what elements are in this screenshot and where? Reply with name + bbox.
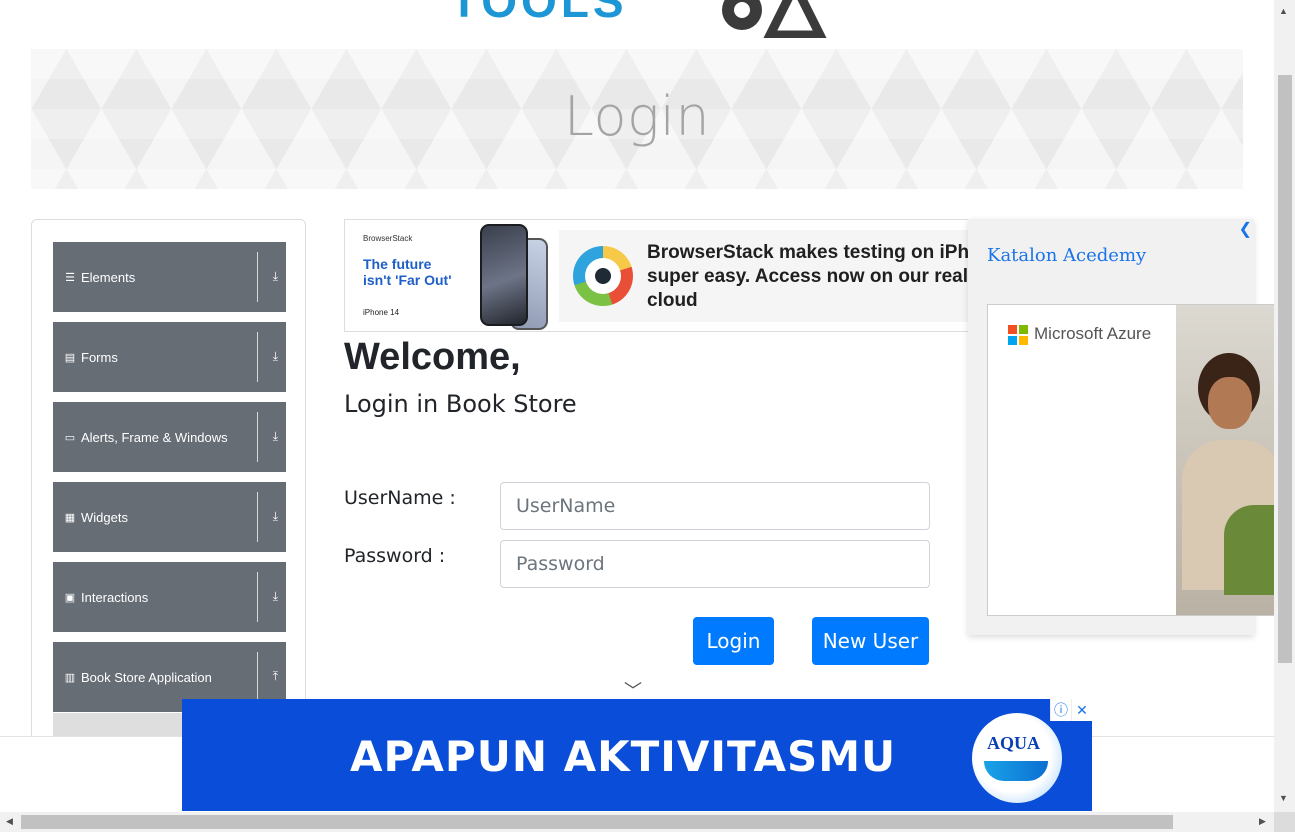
browserstack-logo-icon (573, 246, 633, 306)
welcome-heading: Welcome, (344, 336, 521, 378)
menu-group-alerts[interactable]: ▭ Alerts, Frame & Windows ⤓ (53, 402, 286, 472)
browserstack-ad[interactable]: BrowserStack The future isn't 'Far Out' … (344, 219, 969, 332)
menu-label: Alerts, Frame & Windows (81, 429, 228, 445)
ad-message: BrowserStack makes testing on iPho super… (647, 241, 969, 313)
aqua-logo-icon: AQUA (972, 713, 1062, 803)
password-input[interactable] (500, 540, 930, 588)
site-logo[interactable]: TOOLS (450, 0, 850, 38)
expand-down-icon[interactable]: ⤓ (273, 269, 278, 284)
expand-down-icon[interactable]: ⤓ (273, 589, 278, 604)
vertical-scrollbar[interactable]: ▲ ▼ (1274, 0, 1295, 812)
ad-close-icon[interactable]: ✕ (1071, 699, 1092, 721)
form-icon: ▤ (64, 351, 76, 364)
microsoft-logo-icon (1008, 325, 1028, 345)
vertical-scroll-thumb[interactable] (1278, 75, 1292, 663)
aqua-ad[interactable]: APAPUN AKTIVITASMU AQUA ⓘ ✕ (182, 699, 1092, 811)
interactions-icon: ▣ (64, 591, 76, 604)
widgets-icon: ▦ (64, 511, 76, 524)
ad-card: BrowserStack makes testing on iPho super… (559, 230, 969, 322)
ad-photo (1176, 305, 1276, 615)
ad-message-line: super easy. Access now on our real (647, 266, 969, 287)
menu-group-interactions[interactable]: ▣ Interactions ⤓ (53, 562, 286, 632)
katalon-ad-link[interactable]: Katalon Acedemy (987, 245, 1146, 266)
menu-group-forms[interactable]: ▤ Forms ⤓ (53, 322, 286, 392)
ad-controls: ⓘ ✕ (1050, 699, 1092, 721)
horizontal-scroll-thumb[interactable] (21, 815, 1173, 829)
list-icon: ☰ (65, 271, 75, 284)
azure-label: Microsoft Azure (1034, 324, 1152, 343)
menu-divider (257, 572, 258, 622)
books-icon: ▥ (64, 671, 76, 684)
menu-divider (257, 252, 258, 302)
page: TOOLS Login ☰ Elements ⤓ ▤ Forms ⤓ ▭ Ale… (0, 0, 1295, 832)
logo-text: TOOLS (450, 0, 628, 27)
ad-message-line: BrowserStack makes testing on iPho (647, 242, 969, 263)
menu-group-widgets[interactable]: ▦ Widgets ⤓ (53, 482, 286, 552)
scrollbar-corner (1274, 812, 1295, 832)
password-label: Password : (344, 545, 446, 567)
ad-message-line: cloud (647, 290, 698, 311)
ad-tagline: The future isn't 'Far Out' (363, 256, 452, 288)
window-icon: ▭ (64, 431, 76, 444)
menu-divider (257, 652, 258, 702)
ad-info-icon[interactable]: ⓘ (1050, 699, 1071, 721)
menu-divider (257, 332, 258, 382)
scroll-down-icon[interactable]: ▼ (1279, 793, 1288, 803)
new-user-button[interactable]: New User (812, 617, 929, 665)
menu-label: Forms (81, 349, 118, 365)
expand-down-icon[interactable]: ⤓ (273, 509, 278, 524)
scroll-right-icon[interactable]: ▶ (1259, 816, 1266, 827)
ad-device: iPhone 14 (363, 308, 400, 317)
login-button[interactable]: Login (693, 617, 774, 665)
left-menu-panel: ☰ Elements ⤓ ▤ Forms ⤓ ▭ Alerts, Frame &… (31, 219, 306, 759)
expand-down-icon[interactable]: ⤓ (273, 429, 278, 444)
menu-label: Interactions (81, 589, 149, 605)
sidebar-ad[interactable]: ❮ Katalon Acedemy Microsoft Azure (968, 219, 1277, 635)
page-banner: Login (31, 49, 1243, 189)
ad-close-icon[interactable]: ❮ (1239, 219, 1252, 239)
page-title: Login (563, 85, 711, 148)
menu-label: Elements (81, 269, 136, 285)
phone-image (480, 224, 528, 326)
aqua-brand: AQUA (987, 733, 1040, 753)
menu-divider (257, 412, 258, 462)
menu-group-elements[interactable]: ☰ Elements ⤓ (53, 242, 286, 312)
menu-label: Widgets (81, 509, 128, 525)
scroll-up-icon[interactable]: ▲ (1279, 6, 1288, 16)
login-subtitle: Login in Book Store (344, 390, 577, 418)
username-input[interactable] (500, 482, 930, 530)
aqua-ad-text: APAPUN AKTIVITASMU (350, 732, 897, 781)
username-label: UserName : (344, 487, 456, 509)
expand-down-icon[interactable]: ⤓ (273, 349, 278, 364)
menu-label: Book Store Application (81, 669, 212, 685)
collapse-up-icon[interactable]: ⤒ (273, 669, 278, 684)
ad-brand: BrowserStack (363, 234, 413, 243)
horizontal-scrollbar[interactable]: ◀ ▶ (0, 812, 1274, 832)
logo-gear-icon (722, 0, 827, 38)
scroll-left-icon[interactable]: ◀ (6, 816, 13, 827)
menu-divider (257, 492, 258, 542)
azure-ad[interactable]: Microsoft Azure (987, 304, 1277, 616)
